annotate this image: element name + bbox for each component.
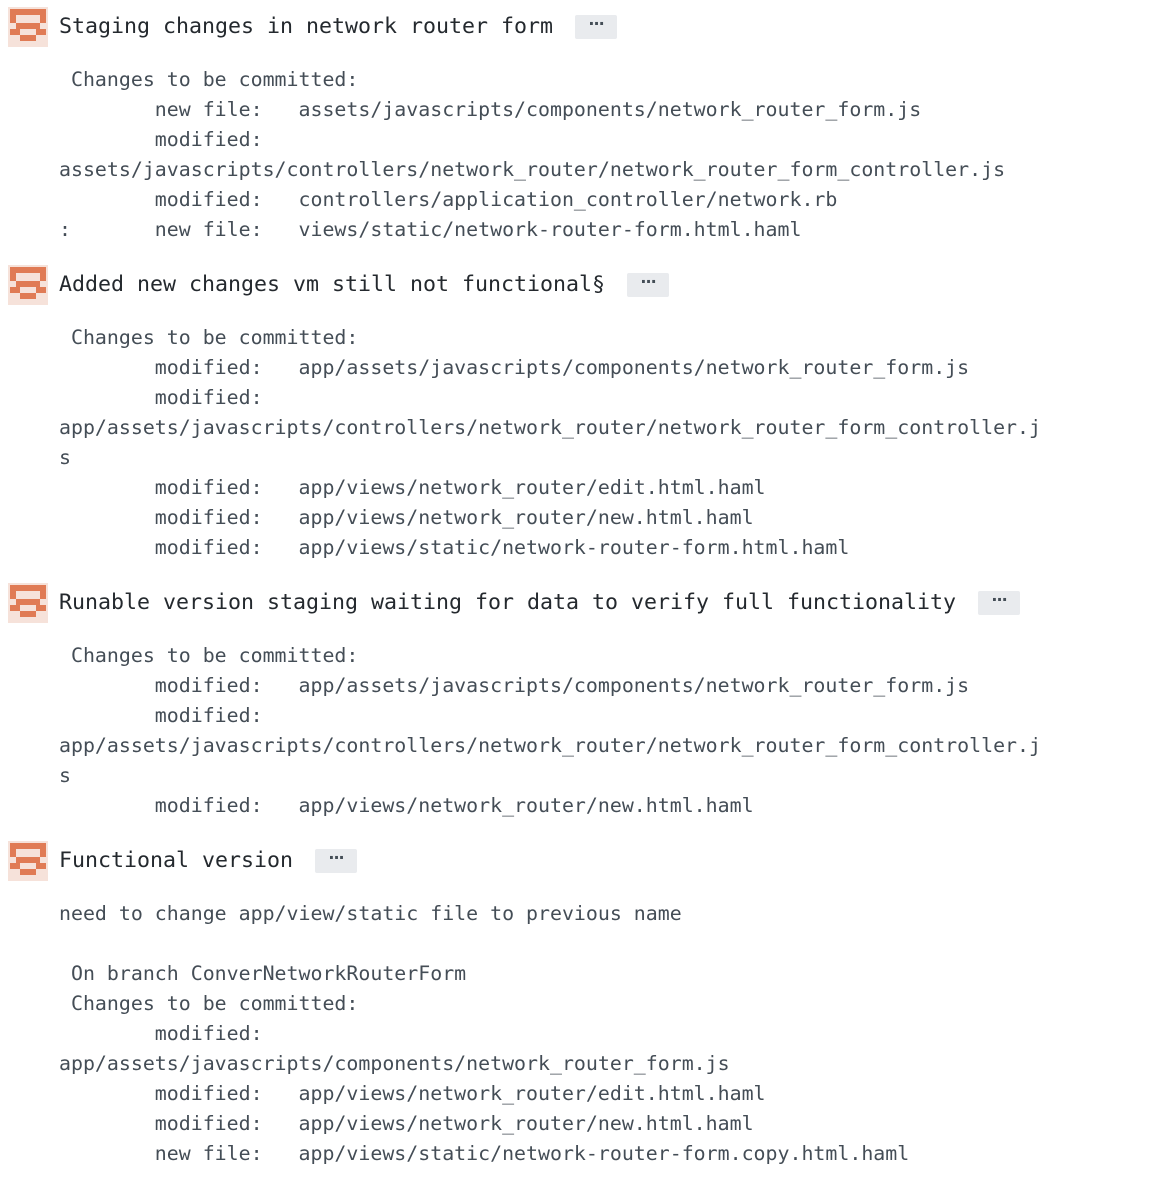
commit-title[interactable]: Functional version — [59, 846, 293, 876]
commit-message-body: Changes to be committed: modified: app/a… — [59, 644, 1041, 817]
commit-message-body: Changes to be committed: new file: asset… — [59, 68, 1006, 241]
commit-title[interactable]: Runable version staging waiting for data… — [59, 588, 956, 618]
commit-title[interactable]: Added new changes vm still not functiona… — [59, 270, 605, 300]
expand-message-button[interactable]: ··· — [575, 15, 618, 39]
identicon-icon — [8, 583, 48, 623]
avatar[interactable] — [8, 7, 48, 47]
commit-message-body: need to change app/view/static file to p… — [59, 902, 910, 1165]
commit-title[interactable]: Staging changes in network router form — [59, 12, 553, 42]
expand-message-button[interactable]: ··· — [627, 273, 670, 297]
avatar[interactable] — [8, 841, 48, 881]
identicon-icon — [8, 841, 48, 881]
expand-message-button[interactable]: ··· — [315, 849, 358, 873]
commit-message-body: Changes to be committed: modified: app/a… — [59, 326, 1041, 559]
expand-message-button[interactable]: ··· — [978, 591, 1021, 615]
identicon-icon — [8, 7, 48, 47]
avatar[interactable] — [8, 583, 48, 623]
identicon-icon — [8, 265, 48, 305]
avatar[interactable] — [8, 265, 48, 305]
